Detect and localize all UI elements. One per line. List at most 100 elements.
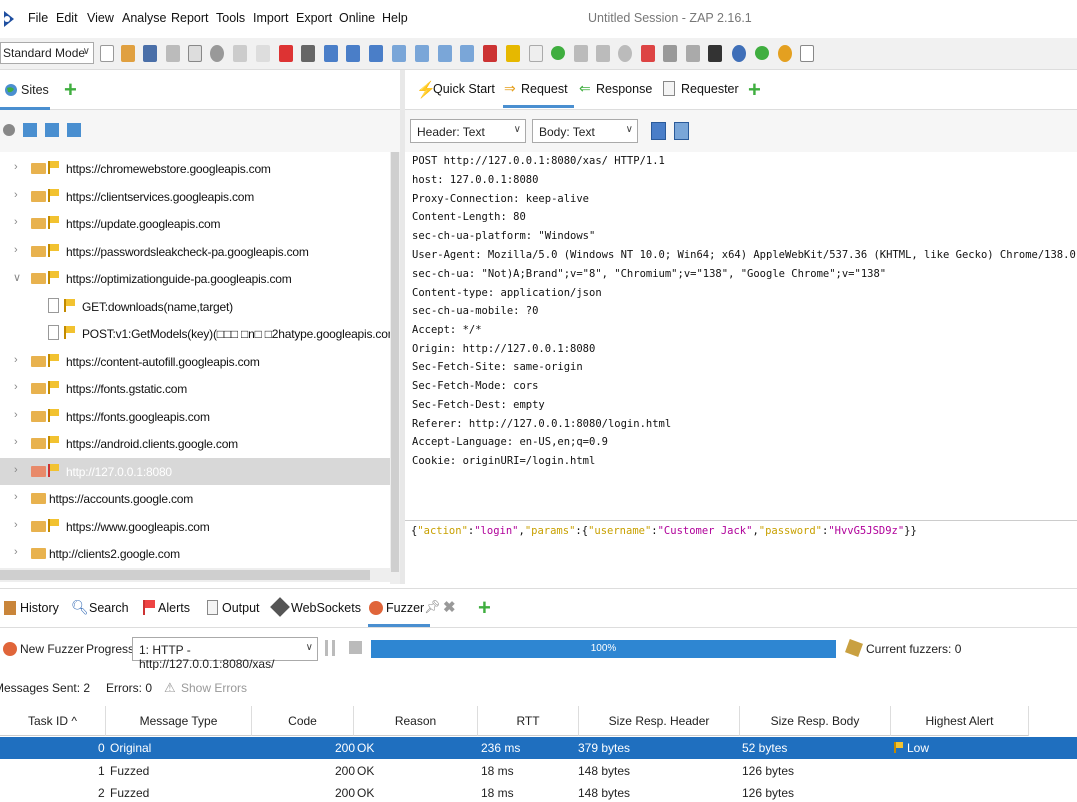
chevron-right-icon[interactable]: › xyxy=(14,519,18,531)
column-header-task-id[interactable]: Task ID ^ xyxy=(0,706,106,736)
bulb-icon[interactable] xyxy=(529,45,543,62)
stop-icon[interactable] xyxy=(349,641,362,654)
tree-node[interactable]: › https://clientservices.googleapis.com xyxy=(0,183,390,210)
menu-tools[interactable]: Tools xyxy=(216,11,245,25)
layout-icon-5[interactable] xyxy=(392,45,406,62)
tab-output[interactable]: Output xyxy=(222,601,260,615)
chrome-icon[interactable] xyxy=(778,45,792,62)
continue-icon[interactable] xyxy=(596,45,610,62)
tree-node[interactable]: ∨ https://optimizationguide-pa.googleapi… xyxy=(0,265,390,292)
break-icon[interactable] xyxy=(551,46,565,60)
layout-icon-4[interactable] xyxy=(369,45,383,62)
layout-icon-3[interactable] xyxy=(346,45,360,62)
tab-search[interactable]: Search xyxy=(89,601,129,615)
table-row[interactable]: 1 Fuzzed 200 OK 18 ms 148 bytes 126 byte… xyxy=(0,760,1077,782)
mode-select[interactable]: Standard Mode ∨ xyxy=(0,42,94,64)
menu-export[interactable]: Export xyxy=(296,11,332,25)
tree-node[interactable]: POST:v1:GetModels(key)(□□□ □n□ □2hatype.… xyxy=(0,320,400,347)
add-context-icon[interactable] xyxy=(23,123,37,137)
tool-icon-1[interactable] xyxy=(256,45,270,62)
add-tab-icon[interactable]: + xyxy=(64,77,77,103)
chevron-right-icon[interactable]: › xyxy=(14,354,18,366)
tab-history[interactable]: History xyxy=(20,601,59,615)
tree-vertical-scrollbar[interactable] xyxy=(390,152,400,584)
close-icon[interactable]: ✖ xyxy=(443,598,456,616)
column-header-rtt[interactable]: RTT xyxy=(478,706,579,736)
menu-help[interactable]: Help xyxy=(382,11,408,25)
request-header-text[interactable]: POST http://127.0.0.1:8080/xas/ HTTP/1.1… xyxy=(405,152,1077,517)
tree-node[interactable]: › https://chromewebstore.googleapis.com xyxy=(0,155,390,182)
tree-horizontal-scrollbar[interactable] xyxy=(0,568,390,582)
target-icon[interactable] xyxy=(3,124,15,136)
tree-node[interactable]: › https://www.googleapis.com xyxy=(0,513,390,540)
add-tab-icon[interactable]: + xyxy=(748,77,761,103)
hud-icon[interactable] xyxy=(755,46,769,60)
scroll-thumb[interactable] xyxy=(0,570,370,580)
menu-import[interactable]: Import xyxy=(253,11,288,25)
chevron-right-icon[interactable]: › xyxy=(14,216,18,228)
chevron-right-icon[interactable]: › xyxy=(14,546,18,558)
save-session-icon[interactable] xyxy=(143,45,157,62)
tool-icon-3[interactable] xyxy=(663,45,677,62)
tab-requester[interactable]: Requester xyxy=(681,82,739,96)
chevron-right-icon[interactable]: › xyxy=(14,464,18,476)
add-tab-icon[interactable]: + xyxy=(478,595,491,621)
tab-websockets[interactable]: WebSockets xyxy=(291,601,361,615)
tree-node[interactable]: › https://android.clients.google.com xyxy=(0,430,390,457)
breakpoint-icon[interactable] xyxy=(641,45,655,62)
new-fuzzer-button[interactable]: New Fuzzer xyxy=(20,642,84,656)
menu-analyse[interactable]: Analyse xyxy=(122,11,166,25)
tree-node-selected[interactable]: › http://127.0.0.1:8080 xyxy=(0,458,390,485)
column-header-size-header[interactable]: Size Resp. Header xyxy=(579,706,740,736)
layout-icon-6[interactable] xyxy=(415,45,429,62)
tree-node[interactable]: › https://accounts.google.com xyxy=(0,485,390,512)
options-gear-icon[interactable] xyxy=(210,45,224,62)
tab-fuzzer[interactable]: Fuzzer xyxy=(367,601,431,627)
fuzzer-select[interactable]: 1: HTTP - http://127.0.0.1:8080/xas/ ∨ xyxy=(132,637,318,671)
chevron-right-icon[interactable]: › xyxy=(14,409,18,421)
chevron-right-icon[interactable]: › xyxy=(14,244,18,256)
session-properties-icon[interactable] xyxy=(188,45,202,62)
step-icon[interactable] xyxy=(574,45,588,62)
menu-edit[interactable]: Edit xyxy=(56,11,78,25)
tab-sites[interactable]: Sites xyxy=(21,83,49,97)
column-header-code[interactable]: Code xyxy=(252,706,354,736)
column-header-size-body[interactable]: Size Resp. Body xyxy=(740,706,891,736)
split-horizontal-icon[interactable] xyxy=(651,122,666,140)
table-row[interactable]: 2 Fuzzed 200 OK 18 ms 148 bytes 126 byte… xyxy=(0,782,1077,802)
pin-icon[interactable]: 📌︎ xyxy=(424,599,441,615)
menu-file[interactable]: File xyxy=(28,11,48,25)
tree-node[interactable]: › http://clients2.google.com xyxy=(0,540,390,567)
column-header-message-type[interactable]: Message Type xyxy=(106,706,252,736)
phone-icon[interactable] xyxy=(800,45,814,62)
terminal-icon[interactable] xyxy=(708,45,722,62)
pause-icon[interactable] xyxy=(325,640,335,656)
table-row[interactable]: 0 Original 200 OK 236 ms 379 bytes 52 by… xyxy=(0,737,1077,759)
tree-node[interactable]: › https://fonts.googleapis.com xyxy=(0,403,390,430)
drop-icon[interactable] xyxy=(618,45,632,62)
column-header-highest-alert[interactable]: Highest Alert xyxy=(891,706,1029,736)
menu-view[interactable]: View xyxy=(87,11,114,25)
chevron-down-icon[interactable]: ∨ xyxy=(13,271,21,284)
chevron-right-icon[interactable]: › xyxy=(14,491,18,503)
split-vertical-icon[interactable] xyxy=(674,122,689,140)
scroll-thumb[interactable] xyxy=(391,152,399,572)
help-icon[interactable] xyxy=(732,45,746,62)
tab-request[interactable]: Request xyxy=(503,82,574,108)
request-body-text[interactable]: {"action":"login","params":{"username":"… xyxy=(405,520,1077,584)
tool-icon-4[interactable] xyxy=(686,45,700,62)
chevron-right-icon[interactable]: › xyxy=(14,381,18,393)
tree-node[interactable]: GET:downloads(name,target) xyxy=(0,293,390,320)
scan-policy-icon[interactable] xyxy=(483,45,497,62)
tree-node[interactable]: › https://passwordsleakcheck-pa.googleap… xyxy=(0,238,390,265)
tab-alerts[interactable]: Alerts xyxy=(158,601,190,615)
layout-icon-8[interactable] xyxy=(460,45,474,62)
layout-icon-1[interactable] xyxy=(301,45,315,62)
tool-icon-2[interactable] xyxy=(279,45,293,62)
body-view-select[interactable]: Body: Text ∨ xyxy=(532,119,638,143)
tree-node[interactable]: › https://update.googleapis.com xyxy=(0,210,390,237)
tree-node[interactable]: › https://content-autofill.googleapis.co… xyxy=(0,348,390,375)
header-view-select[interactable]: Header: Text ∨ xyxy=(410,119,526,143)
tab-response[interactable]: Response xyxy=(596,82,652,96)
open-session-icon[interactable] xyxy=(121,45,135,62)
